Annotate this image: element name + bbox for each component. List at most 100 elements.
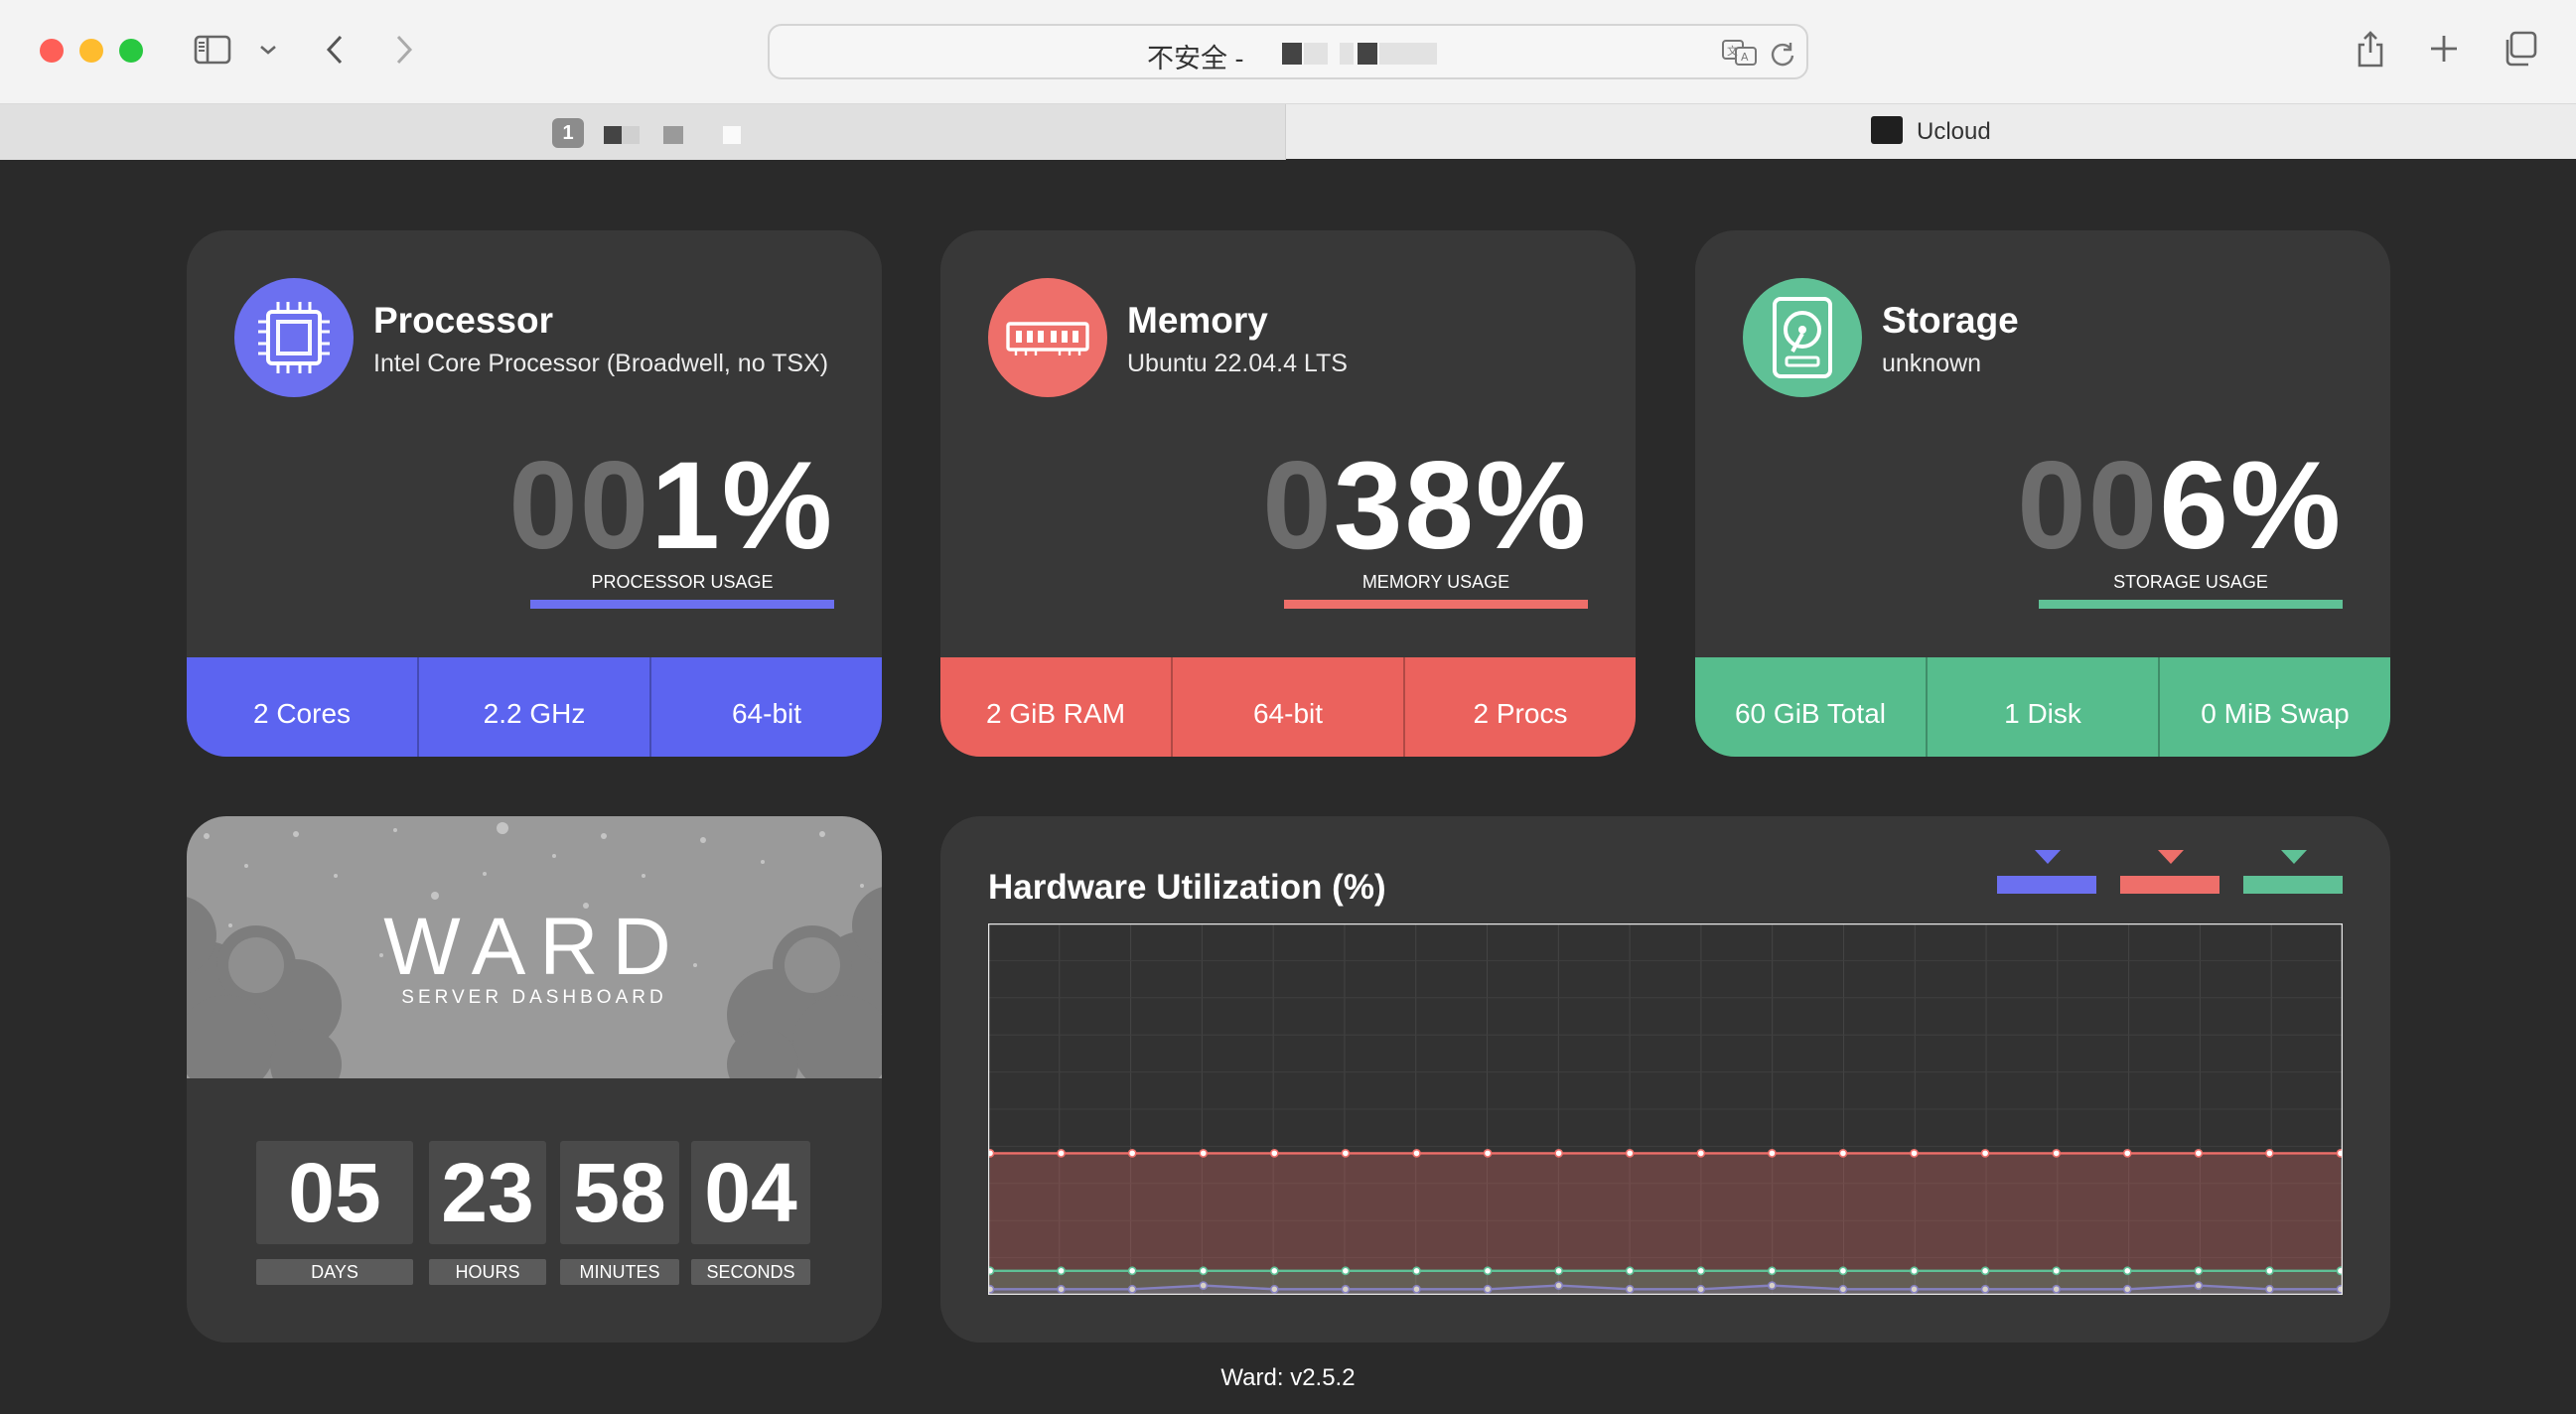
usage-label: STORAGE USAGE bbox=[2113, 572, 2268, 592]
tab-redacted[interactable]: 1 bbox=[0, 104, 1286, 160]
chart-title: Hardware Utilization (%) bbox=[988, 868, 1386, 907]
minimize-window-button[interactable] bbox=[79, 39, 103, 63]
data-point-storage bbox=[1838, 1266, 1848, 1276]
data-point-storage bbox=[1910, 1266, 1919, 1276]
sidebar-toggle-icon[interactable] bbox=[193, 34, 232, 66]
card-subtitle: unknown bbox=[1882, 350, 1982, 377]
footer-procs: 2 Procs bbox=[1403, 657, 1636, 757]
address-bar[interactable]: 不安全 - 文A bbox=[768, 24, 1808, 79]
back-icon[interactable] bbox=[320, 32, 350, 68]
data-point-memory bbox=[1767, 1148, 1777, 1158]
card-subtitle: Intel Core Processor (Broadwell, no TSX) bbox=[373, 350, 829, 377]
ram-icon bbox=[988, 278, 1107, 397]
data-point-memory bbox=[1199, 1148, 1209, 1158]
redacted-tab-title bbox=[723, 126, 741, 144]
terminal-icon bbox=[1871, 116, 1903, 144]
translate-icon[interactable]: 文A bbox=[1721, 38, 1761, 68]
utilization-chart-card: Hardware Utilization (%) bbox=[940, 816, 2390, 1343]
card-footer: 60 GiB Total 1 Disk 0 MiB Swap bbox=[1695, 657, 2390, 757]
data-point-storage bbox=[1269, 1266, 1279, 1276]
data-point-storage bbox=[1980, 1266, 1990, 1276]
card-footer: 2 GiB RAM 64-bit 2 Procs bbox=[940, 657, 1636, 757]
usage-bar bbox=[1284, 600, 1588, 609]
data-point-storage bbox=[1341, 1266, 1351, 1276]
tab-overview-icon[interactable] bbox=[2501, 30, 2538, 68]
close-window-button[interactable] bbox=[40, 39, 64, 63]
data-point-memory bbox=[1554, 1148, 1564, 1158]
data-point-memory bbox=[1910, 1148, 1919, 1158]
legend-marker bbox=[2281, 850, 2307, 864]
tab-badge: 1 bbox=[552, 118, 584, 148]
cpu-icon bbox=[234, 278, 354, 397]
data-point-memory bbox=[1412, 1148, 1421, 1158]
legend-marker bbox=[2035, 850, 2061, 864]
footer-total: 60 GiB Total bbox=[1734, 698, 1887, 729]
legend-swatch bbox=[1997, 876, 2096, 894]
card-subtitle: Ubuntu 22.04.4 LTS bbox=[1127, 350, 1348, 377]
data-point-memory bbox=[2194, 1148, 2204, 1158]
uptime-card: WARD SERVER DASHBOARD 05 23 58 04 DAYS H… bbox=[187, 816, 882, 1343]
usage-leading-zeros: 00 bbox=[508, 437, 651, 575]
tab-bar: 1 Ucloud bbox=[0, 103, 2576, 160]
data-point-memory bbox=[2052, 1148, 2062, 1158]
data-point-storage bbox=[2194, 1266, 2204, 1276]
forward-icon[interactable] bbox=[389, 32, 419, 68]
legend-item-processor[interactable] bbox=[1997, 850, 2096, 894]
usage-label: MEMORY USAGE bbox=[1361, 572, 1510, 592]
legend-item-memory[interactable] bbox=[2120, 850, 2219, 894]
legend-item-storage[interactable] bbox=[2243, 850, 2343, 894]
legend-swatch bbox=[2243, 876, 2343, 894]
redacted-url-block bbox=[1304, 43, 1328, 65]
data-point-storage bbox=[1483, 1266, 1493, 1276]
svg-text:文: 文 bbox=[1727, 44, 1738, 58]
memory-card: Memory Ubuntu 22.04.4 LTS 038% MEMORY US… bbox=[940, 230, 1636, 757]
card-title: Processor bbox=[373, 300, 553, 341]
data-point-storage bbox=[1696, 1266, 1706, 1276]
chevron-down-icon[interactable] bbox=[256, 40, 280, 60]
svg-text:A: A bbox=[1741, 51, 1749, 64]
new-tab-icon[interactable] bbox=[2427, 32, 2461, 66]
data-point-memory bbox=[1057, 1148, 1066, 1158]
tab-ucloud[interactable]: Ucloud bbox=[1287, 104, 2576, 160]
tab-title: Ucloud bbox=[1917, 118, 1991, 145]
data-point-memory bbox=[1980, 1148, 1990, 1158]
share-icon[interactable] bbox=[2356, 28, 2385, 70]
data-point-storage bbox=[2265, 1266, 2274, 1276]
storage-card: Storage unknown 006% STORAGE USAGE 60 Gi… bbox=[1695, 230, 2390, 757]
redacted-tab-title bbox=[663, 126, 683, 144]
data-point-memory bbox=[1625, 1148, 1635, 1158]
processor-card: Processor Intel Core Processor (Broadwel… bbox=[187, 230, 882, 757]
card-title: Memory bbox=[1127, 300, 1268, 341]
usage-value: 6% bbox=[2159, 437, 2343, 575]
data-point-storage bbox=[1767, 1266, 1777, 1276]
data-point-memory bbox=[1838, 1148, 1848, 1158]
usage-leading-zeros: 00 bbox=[2017, 437, 2160, 575]
data-point-memory bbox=[1483, 1148, 1493, 1158]
usage-percent: 001% bbox=[508, 444, 834, 568]
uptime-seconds: 04 bbox=[691, 1141, 810, 1244]
reload-icon[interactable] bbox=[1767, 38, 1798, 70]
hard-drive-icon bbox=[1743, 278, 1862, 397]
data-point-memory bbox=[2122, 1148, 2132, 1158]
usage-percent: 006% bbox=[2017, 444, 2343, 568]
redacted-tab-title bbox=[604, 126, 622, 144]
data-point-storage bbox=[2052, 1266, 2062, 1276]
uptime-hours: 23 bbox=[429, 1141, 546, 1244]
data-point-memory bbox=[2265, 1148, 2274, 1158]
ward-logo-title: WARD bbox=[383, 902, 685, 992]
usage-bar bbox=[530, 600, 834, 609]
card-footer: 2 Cores 2.2 GHz 64-bit bbox=[187, 657, 882, 757]
data-point-storage bbox=[1057, 1266, 1066, 1276]
data-point-memory bbox=[1696, 1148, 1706, 1158]
footer-arch: 64-bit bbox=[649, 657, 882, 757]
redacted-tab-title bbox=[622, 126, 640, 144]
usage-value: 1% bbox=[650, 437, 834, 575]
zoom-window-button[interactable] bbox=[119, 39, 143, 63]
usage-label: PROCESSOR USAGE bbox=[591, 572, 774, 592]
data-point-storage bbox=[1554, 1266, 1564, 1276]
data-point-memory bbox=[1341, 1148, 1351, 1158]
ward-logo-subtitle: SERVER DASHBOARD bbox=[401, 987, 667, 1008]
series-area-storage bbox=[988, 1270, 2343, 1295]
redacted-url-block bbox=[1358, 43, 1377, 65]
days-label: DAYS bbox=[256, 1259, 413, 1285]
